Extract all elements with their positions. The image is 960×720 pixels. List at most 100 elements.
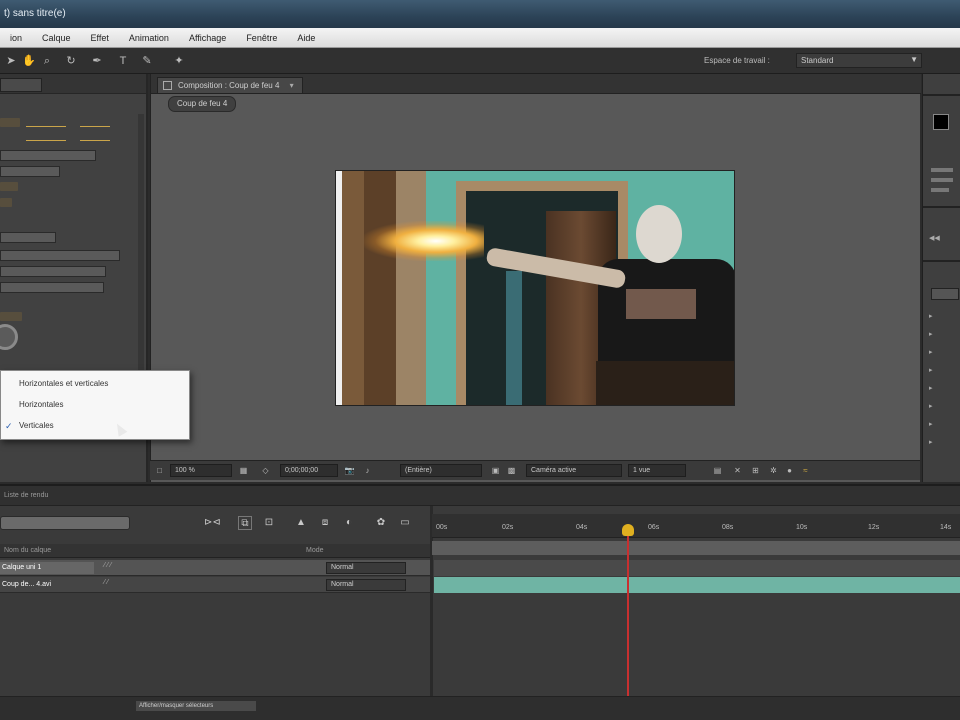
brainstorm-icon[interactable]: ✿ [374,516,388,530]
layer-mode-select[interactable]: Normal [326,562,406,574]
effect-controls-tab[interactable] [0,78,42,92]
layer-row[interactable]: Coup de... 4.avi ⁄ ⁄ Normal [0,577,430,593]
fast-preview-icon[interactable]: ✕ [732,465,743,476]
layer-name[interactable]: Coup de... 4.avi [0,579,94,591]
layer-row[interactable]: Calque uni 1 ⁄ ⁄ ⁄ Normal [0,560,430,576]
view-layout-select[interactable]: 1 vue [628,464,686,477]
effect-category-icon[interactable]: ▸ [929,366,933,374]
composition-breadcrumb[interactable]: Coup de feu 4 [168,96,237,112]
exposure-icon[interactable]: ≈ [800,465,811,476]
layer-switches-icon[interactable]: ⁄ ⁄ ⁄ [104,562,111,569]
selection-tool-icon[interactable]: ➤ [4,54,18,68]
window-titlebar: t) sans titre(e) [0,0,960,28]
text-tool-icon[interactable]: T [116,54,130,68]
effect-category-icon[interactable]: ▸ [929,420,933,428]
effect-category-icon[interactable]: ▸ [929,348,933,356]
preview-controls-icon[interactable]: ◀◀ [929,234,940,242]
magnification-select[interactable]: 100 % [170,464,232,477]
grid-icon[interactable]: ▦ [238,465,249,476]
playhead-handle[interactable] [622,524,634,536]
fx-value-link[interactable] [80,132,110,141]
fx-dropdown[interactable] [0,150,96,161]
graph-editor-icon[interactable]: ▭ [398,516,412,530]
flowchart-icon[interactable]: ✲ [768,465,779,476]
fx-value-row [0,118,20,127]
effects-search-field[interactable] [931,288,959,300]
fx-dropdown[interactable] [0,282,104,293]
composition-icon [163,81,172,90]
layer-name[interactable]: Calque uni 1 [0,562,94,574]
rotate-tool-icon[interactable]: ↻ [64,54,78,68]
popup-item-vertical[interactable]: ✓ Verticales [1,417,189,435]
current-time-field[interactable]: 0;00;00;00 [280,464,338,477]
draft-3d-icon[interactable]: ⊡ [262,516,276,530]
checkmark-icon: ✓ [5,421,13,431]
fx-value-link[interactable] [26,118,66,127]
resolution-value: (Entière) [405,467,432,474]
fx-value-link[interactable] [26,132,66,141]
menu-item-aide[interactable]: Aide [287,33,325,43]
workspace-select[interactable]: Standard ▼ [796,53,922,68]
hide-shy-layers-icon[interactable]: ▲ [294,516,308,530]
region-of-interest-icon[interactable]: ▣ [490,465,501,476]
puppet-tool-icon[interactable]: ✦ [172,54,186,68]
timeline-search-input[interactable] [0,516,130,530]
angle-dial[interactable] [0,324,18,350]
toggle-pixel-aspect-icon[interactable]: ▤ [712,465,723,476]
menu-item-calque[interactable]: Calque [32,33,81,43]
hand-tool-icon[interactable]: ✋ [22,54,36,68]
timeline-tab-label[interactable]: Liste de rendu [4,492,48,499]
composition-mini-flowchart-icon[interactable]: ⊳⊲ [204,516,221,530]
layer-mode-select[interactable]: Normal [326,579,406,591]
layer-duration-bar[interactable] [434,560,960,576]
tab-composition[interactable]: Composition : Coup de feu 4 ▾ [157,77,303,93]
snapshot-icon[interactable]: 📷 [344,465,355,476]
time-ruler[interactable]: 00s 02s 04s 06s 08s 10s 12s 14s [432,514,960,538]
timeline-divider[interactable] [430,506,433,720]
fx-value-link[interactable] [80,118,110,127]
effect-category-icon[interactable]: ▸ [929,438,933,446]
pen-tool-icon[interactable]: ✒ [90,54,104,68]
motion-blur-icon[interactable]: ◐ [342,516,356,530]
transparency-grid-icon[interactable]: ▩ [506,465,517,476]
effect-category-icon[interactable]: ▸ [929,312,933,320]
menu-item-composition[interactable]: ion [0,33,32,43]
composition-tabbar: Composition : Coup de feu 4 ▾ [151,74,921,94]
layer-switches-icon[interactable]: ⁄ ⁄ [104,579,108,586]
fx-dropdown[interactable] [0,266,106,277]
fx-dropdown[interactable] [0,250,120,261]
menu-item-animation[interactable]: Animation [119,33,179,43]
reset-exposure-icon[interactable]: ● [784,465,795,476]
effect-category-icon[interactable]: ▸ [929,402,933,410]
close-icon[interactable]: ▾ [290,81,294,90]
work-area-bar[interactable] [432,541,960,555]
zoom-tool-icon[interactable]: ⌕ [40,54,54,68]
menu-item-effet[interactable]: Effet [81,33,119,43]
layer-duration-bar[interactable] [434,577,960,593]
menu-item-fenetre[interactable]: Fenêtre [236,33,287,43]
timeline-icon[interactable]: ⊞ [750,465,761,476]
effect-category-icon[interactable]: ▸ [929,330,933,338]
toggle-switches-modes[interactable]: Afficher/masquer sélecteurs [136,701,256,711]
mask-visibility-icon[interactable]: ◇ [260,465,271,476]
column-mode[interactable]: Mode [306,547,324,554]
fx-dropdown[interactable] [0,166,60,177]
fx-dropdown[interactable] [0,232,56,243]
resolution-select[interactable]: (Entière) [400,464,482,477]
ruler-tick: 10s [796,524,808,531]
column-source-name[interactable]: Nom du calque [4,547,51,554]
effect-category-icon[interactable]: ▸ [929,384,933,392]
always-preview-icon[interactable]: □ [154,465,165,476]
layer-mode-value: Normal [331,564,354,571]
view-layout-value: 1 vue [633,467,651,474]
composition-viewer[interactable] [335,170,735,406]
composition-controls-bar: □ 100 % ▦ ◇ 0;00;00;00 📷 ♪ (Entière) ▣ ▩… [150,460,920,480]
live-update-icon[interactable]: ⧉ [238,516,252,530]
brush-tool-icon[interactable]: ✎ [140,54,154,68]
show-snapshot-icon[interactable]: ♪ [362,465,373,476]
popup-item-horizontal[interactable]: Horizontales [1,396,189,414]
view-select[interactable]: Caméra active [526,464,622,477]
popup-item-horizontal-vertical[interactable]: Horizontales et verticales [1,375,189,393]
frame-blending-icon[interactable]: ⧈ [318,516,332,530]
menu-item-affichage[interactable]: Affichage [179,33,236,43]
